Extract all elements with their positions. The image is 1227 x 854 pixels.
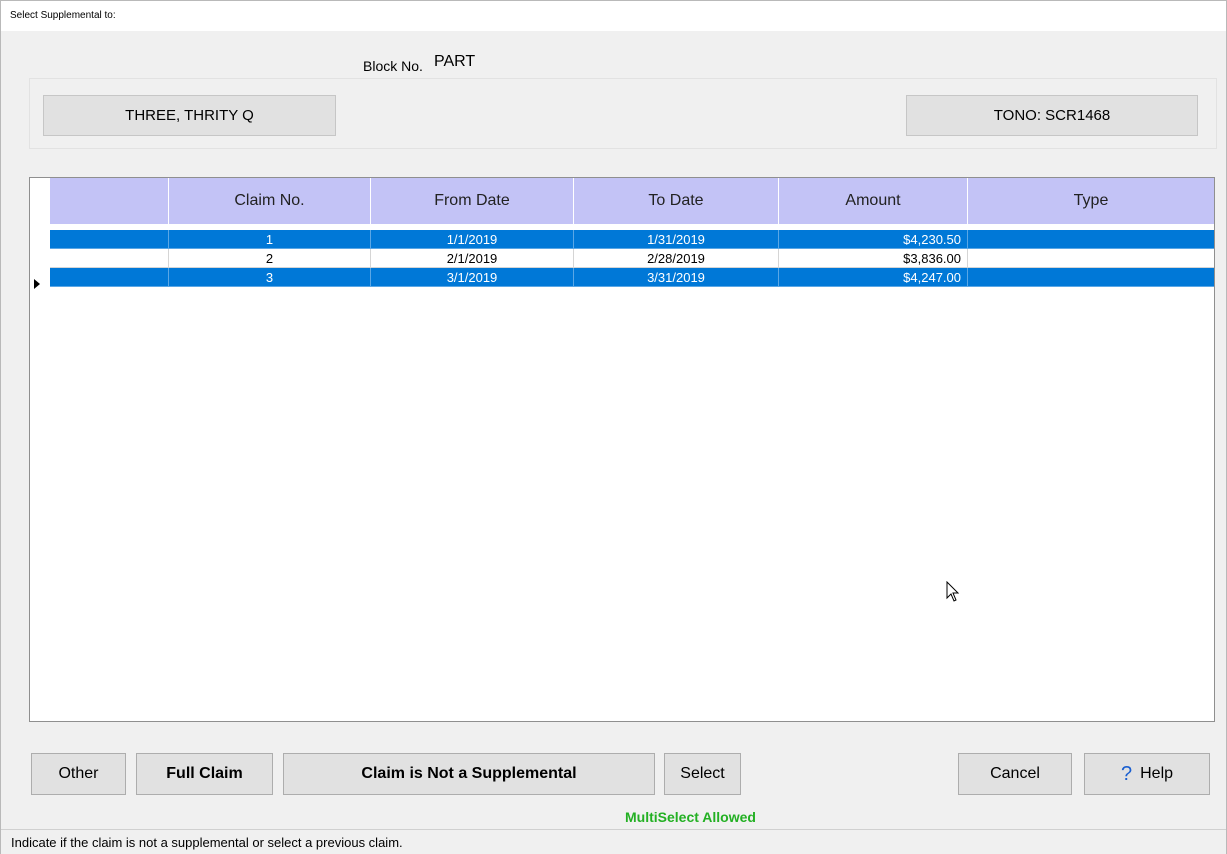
table-cell-amount: $3,836.00 (779, 249, 968, 268)
table-cell-blank (50, 249, 169, 268)
cancel-button-label: Cancel (990, 765, 1040, 782)
table-cell-type (968, 249, 1214, 268)
column-header-from-date[interactable]: From Date (371, 178, 574, 224)
window-title: Select Supplemental to: (10, 10, 116, 21)
claim-not-supplemental-label: Claim is Not a Supplemental (361, 765, 577, 782)
status-text: Indicate if the claim is not a supplemen… (11, 835, 403, 850)
table-cell-to-date: 2/28/2019 (574, 249, 779, 268)
column-header-type[interactable]: Type (968, 178, 1214, 224)
column-header-amount[interactable]: Amount (779, 178, 968, 224)
cancel-button[interactable]: Cancel (958, 753, 1072, 795)
table-cell-claim-no: 3 (169, 268, 371, 287)
grid-header: Claim No. From Date To Date Amount Type (30, 178, 1214, 224)
table-cell-type (968, 268, 1214, 287)
mouse-pointer-icon (946, 581, 960, 602)
row-selector-header (30, 178, 50, 224)
table-cell-blank (50, 268, 169, 287)
table-row[interactable]: 3 3/1/2019 3/31/2019 $4,247.00 (50, 268, 1214, 287)
table-cell-amount: $4,247.00 (779, 268, 968, 287)
table-row[interactable]: 1 1/1/2019 1/31/2019 $4,230.50 (50, 230, 1214, 249)
table-cell-from-date: 3/1/2019 (371, 268, 574, 287)
table-cell-to-date: 1/31/2019 (574, 230, 779, 249)
help-button-label: Help (1140, 765, 1174, 782)
column-header-claim-no[interactable]: Claim No. (169, 178, 371, 224)
other-button[interactable]: Other (31, 753, 126, 795)
claim-not-supplemental-button[interactable]: Claim is Not a Supplemental (283, 753, 655, 795)
help-button[interactable]: ? Help (1084, 753, 1210, 795)
other-button-label: Other (58, 765, 99, 782)
block-no-label: Block No. (363, 58, 423, 74)
patient-name-button[interactable]: THREE, THRITY Q (43, 95, 336, 136)
multiselect-indicator: MultiSelect Allowed (625, 809, 756, 825)
row-arrow-icon (34, 279, 40, 289)
select-supplemental-dialog: Select Supplemental to: Block No. PART T… (0, 0, 1227, 854)
table-row[interactable]: 2 2/1/2019 2/28/2019 $3,836.00 (50, 249, 1214, 268)
row-selector-column (30, 224, 50, 721)
tono-button[interactable]: TONO: SCR1468 (906, 95, 1198, 136)
table-cell-from-date: 1/1/2019 (371, 230, 574, 249)
table-cell-to-date: 3/31/2019 (574, 268, 779, 287)
select-button-label: Select (680, 765, 725, 782)
table-cell-from-date: 2/1/2019 (371, 249, 574, 268)
claims-grid[interactable]: Claim No. From Date To Date Amount Type … (29, 177, 1215, 722)
question-mark-icon: ? (1120, 762, 1133, 785)
table-cell-claim-no: 1 (169, 230, 371, 249)
block-no-value: PART (434, 53, 476, 70)
table-cell-type (968, 230, 1214, 249)
status-bar: Indicate if the claim is not a supplemen… (1, 829, 1226, 854)
column-header-to-date[interactable]: To Date (574, 178, 779, 224)
column-header-blank[interactable] (50, 178, 169, 224)
table-cell-blank (50, 230, 169, 249)
table-cell-claim-no: 2 (169, 249, 371, 268)
title-bar: Select Supplemental to: (1, 1, 1226, 31)
full-claim-button-label: Full Claim (166, 765, 243, 782)
select-button[interactable]: Select (664, 753, 741, 795)
full-claim-button[interactable]: Full Claim (136, 753, 273, 795)
table-cell-amount: $4,230.50 (779, 230, 968, 249)
